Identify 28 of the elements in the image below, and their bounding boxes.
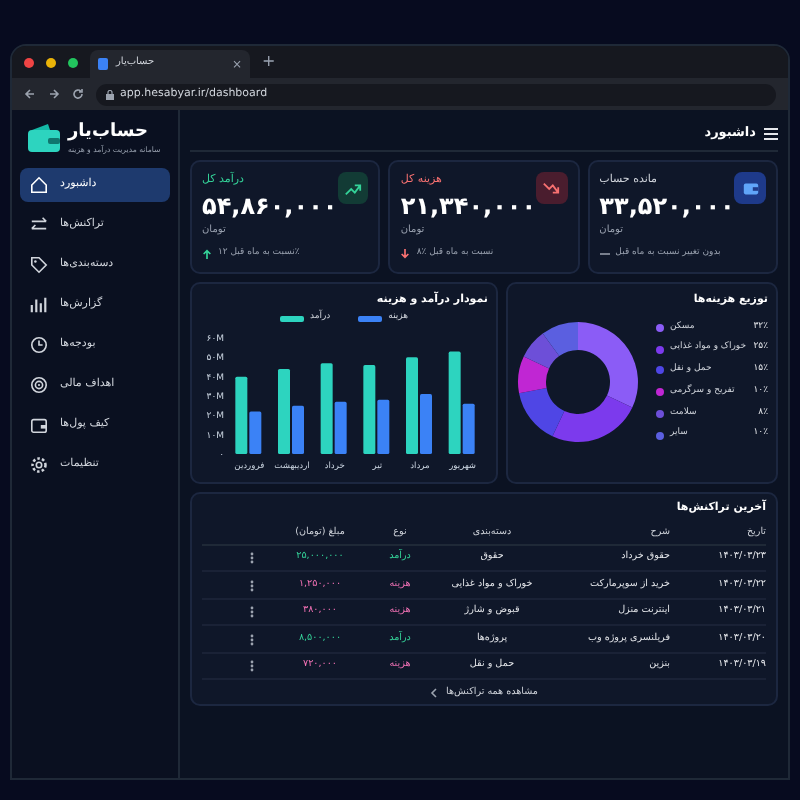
tag-icon — [30, 255, 48, 274]
menu-icon[interactable] — [764, 127, 778, 139]
bar-chart-icon — [30, 295, 48, 314]
target-icon — [30, 375, 48, 394]
back-arrow-icon[interactable] — [24, 88, 36, 100]
up-arrow-icon — [202, 248, 212, 261]
swap-arrows-icon — [30, 215, 48, 234]
trend-down-icon — [542, 179, 561, 197]
trend-up-icon — [344, 179, 363, 197]
clock-icon — [30, 335, 48, 354]
chevron-left-icon[interactable] — [430, 687, 439, 698]
new-tab-button[interactable]: + — [262, 50, 276, 74]
dash-icon — [599, 248, 610, 261]
card-value: ۵۴,۸۶۰,۰۰۰ — [202, 192, 338, 221]
house-icon — [30, 175, 48, 194]
card-value: ۳۳,۵۲۰,۰۰۰ — [599, 192, 735, 221]
down-arrow-icon — [400, 248, 411, 261]
reload-icon[interactable] — [72, 88, 84, 100]
wallet-logo-icon — [28, 124, 60, 153]
donut-slice — [523, 332, 560, 368]
app-name: حساب‌یار — [68, 122, 151, 144]
app-favicon-icon — [98, 58, 108, 70]
wallet-icon — [741, 179, 760, 197]
wallet-icon — [30, 415, 48, 434]
card-value: ۲۱,۳۴۰,۰۰۰ — [400, 192, 537, 221]
forward-arrow-icon[interactable] — [48, 88, 60, 100]
lock-icon — [106, 89, 114, 99]
gear-icon — [30, 455, 48, 474]
